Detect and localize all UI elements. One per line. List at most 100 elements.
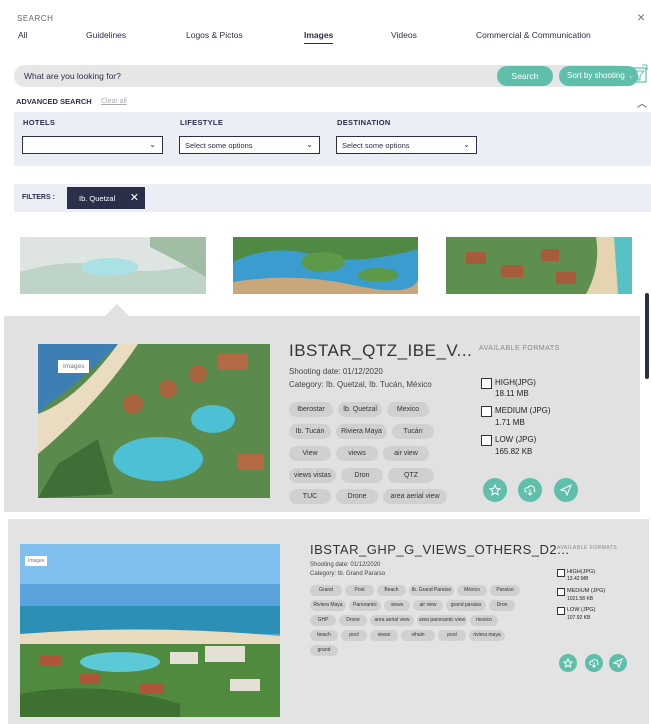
tag-chip[interactable]: TUC xyxy=(289,489,331,504)
filter-icon[interactable] xyxy=(629,63,649,85)
tag-chip[interactable]: views xyxy=(370,630,398,641)
tag-chip[interactable]: Mexico xyxy=(387,402,429,417)
category: Category: Ib. Quetzal, Ib. Tucán, México xyxy=(289,380,432,389)
filters-bar: FILTERS : Ib. Quetzal ✕ xyxy=(14,184,651,212)
send-icon xyxy=(613,658,623,668)
lifestyle-select[interactable]: Select some options ⌄ xyxy=(179,136,320,154)
detail-title: IBSTAR_QTZ_IBE_V... xyxy=(289,341,473,360)
tag-chip[interactable]: Ib. Quetzal xyxy=(338,402,382,417)
tag-chip[interactable]: Riviera Maya xyxy=(336,424,387,439)
tab-videos[interactable]: Videos xyxy=(391,30,417,40)
share-button[interactable] xyxy=(609,654,627,672)
format-high-label: HIGH(JPG) xyxy=(495,378,536,387)
star-icon xyxy=(489,484,501,496)
tag-chip[interactable]: Dron xyxy=(489,600,515,611)
tag-chip[interactable]: views xyxy=(384,600,410,611)
tag-chip[interactable]: Ib. Grand Paraíso xyxy=(409,585,454,596)
format-low-size: 165.82 KB xyxy=(495,447,533,456)
formats-title: AVAILABLE FORMATS xyxy=(557,545,618,551)
download-button[interactable] xyxy=(585,654,603,672)
hotels-label: HOTELS xyxy=(23,118,56,127)
tag-chip[interactable]: vihain xyxy=(401,630,435,641)
close-icon[interactable]: ✕ xyxy=(130,191,139,204)
category-tabs: All Guidelines Logos & Pictos Images Vid… xyxy=(14,30,624,46)
close-icon[interactable]: × xyxy=(637,10,645,24)
tab-guidelines[interactable]: Guidelines xyxy=(86,30,126,40)
destination-select[interactable]: Select some options ⌄ xyxy=(336,136,477,154)
format-medium-label: MEDIUM (JPG) xyxy=(495,406,551,415)
search-input[interactable] xyxy=(24,69,484,83)
lifestyle-value: Select some options xyxy=(185,141,253,150)
clear-all-link[interactable]: Clear all xyxy=(101,98,127,105)
tag-chip[interactable]: air view xyxy=(383,446,429,461)
filter-chip-label: Ib. Quetzal xyxy=(79,194,116,203)
tag-chip[interactable]: Drone xyxy=(339,615,367,626)
thumbnail-image[interactable] xyxy=(20,237,206,294)
format-medium-size: 1021.58 KB xyxy=(567,596,594,602)
tag-chip[interactable]: air view xyxy=(413,600,443,611)
detail-image[interactable]: Images xyxy=(38,344,270,498)
advanced-search-toggle[interactable]: ADVANCED SEARCH xyxy=(16,97,92,106)
chevron-down-icon: ⌄ xyxy=(306,140,313,149)
tag-chip[interactable]: area aerial view xyxy=(383,489,447,504)
tag-chip[interactable]: Dron xyxy=(341,468,383,483)
hotels-select[interactable]: ⌄ xyxy=(22,136,163,154)
tag-chip[interactable]: grand xyxy=(310,645,338,656)
tag-chip[interactable]: QTZ xyxy=(388,468,434,483)
tab-logos-pictos[interactable]: Logos & Pictos xyxy=(186,30,243,40)
tag-chip[interactable]: views vistas xyxy=(289,468,336,483)
search-bar: Search Sort by shooting ⌄ xyxy=(14,65,638,87)
tag-chip[interactable]: Paraíso xyxy=(490,585,520,596)
format-high-checkbox[interactable] xyxy=(481,378,492,389)
format-medium-size: 1.71 MB xyxy=(495,418,525,427)
tab-all[interactable]: All xyxy=(18,30,27,40)
format-high-checkbox[interactable] xyxy=(557,569,565,577)
format-medium-checkbox[interactable] xyxy=(557,588,565,596)
tag-chip[interactable]: grand paraiso xyxy=(446,600,486,611)
tag-chip[interactable]: views xyxy=(336,446,378,461)
tag-chip[interactable]: pool xyxy=(341,630,367,641)
tag-chip[interactable]: View xyxy=(289,446,331,461)
tag-chip[interactable]: México xyxy=(457,585,487,596)
search-button[interactable]: Search xyxy=(497,66,553,86)
tag-chip[interactable]: Beach xyxy=(377,585,406,596)
tag-chip[interactable]: mexico xyxy=(470,615,498,626)
thumbnail-image[interactable] xyxy=(233,237,418,294)
tag-chip[interactable]: area aerial view xyxy=(370,615,414,626)
send-icon xyxy=(560,484,572,496)
tag-chip[interactable]: Ib. Tucán xyxy=(289,424,331,439)
scrollbar[interactable] xyxy=(645,293,649,379)
format-medium-checkbox[interactable] xyxy=(481,406,492,417)
tag-chip[interactable]: Panoramic xyxy=(349,600,381,611)
tag-chip[interactable]: pool xyxy=(438,630,466,641)
advanced-search-panel: HOTELS ⌄ LIFESTYLE Select some options ⌄… xyxy=(14,112,651,166)
format-low-checkbox[interactable] xyxy=(557,607,565,615)
tag-chip[interactable]: riviera maya xyxy=(469,630,505,641)
tab-commercial-communication[interactable]: Commercial & Communication xyxy=(476,30,591,40)
tag-chip[interactable]: Tucán xyxy=(392,424,434,439)
format-low-checkbox[interactable] xyxy=(481,435,492,446)
tag-chip[interactable]: Pool xyxy=(345,585,374,596)
image-tag: Images xyxy=(58,360,90,373)
format-high-label: HIGH(JPG) xyxy=(567,569,596,575)
favorite-button[interactable] xyxy=(483,478,507,502)
share-button[interactable] xyxy=(554,478,578,502)
format-low-label: LOW (JPG) xyxy=(567,607,596,613)
card-image[interactable]: Images xyxy=(20,544,280,717)
favorite-button[interactable] xyxy=(559,654,577,672)
tab-images[interactable]: Images xyxy=(304,30,334,44)
tag-chip[interactable]: GHP xyxy=(310,615,336,626)
tag-chip[interactable]: area panoramic view xyxy=(417,615,467,626)
tag-chip[interactable]: beach xyxy=(310,630,338,641)
tag-chip[interactable]: Iberostar xyxy=(289,402,333,417)
tag-chip[interactable]: Grand xyxy=(310,585,342,596)
download-button[interactable] xyxy=(518,478,542,502)
sort-dropdown[interactable]: Sort by shooting ⌄ xyxy=(559,66,638,86)
tag-chip[interactable]: Riviera Maya xyxy=(310,600,346,611)
format-high-size: 13.42 MB xyxy=(567,576,589,582)
destination-value: Select some options xyxy=(342,141,410,150)
filter-chip[interactable]: Ib. Quetzal ✕ xyxy=(67,187,145,209)
chevron-up-icon[interactable]: ︿ xyxy=(637,95,647,110)
tag-chip[interactable]: Drone xyxy=(336,489,378,504)
thumbnail-image[interactable] xyxy=(446,237,632,294)
